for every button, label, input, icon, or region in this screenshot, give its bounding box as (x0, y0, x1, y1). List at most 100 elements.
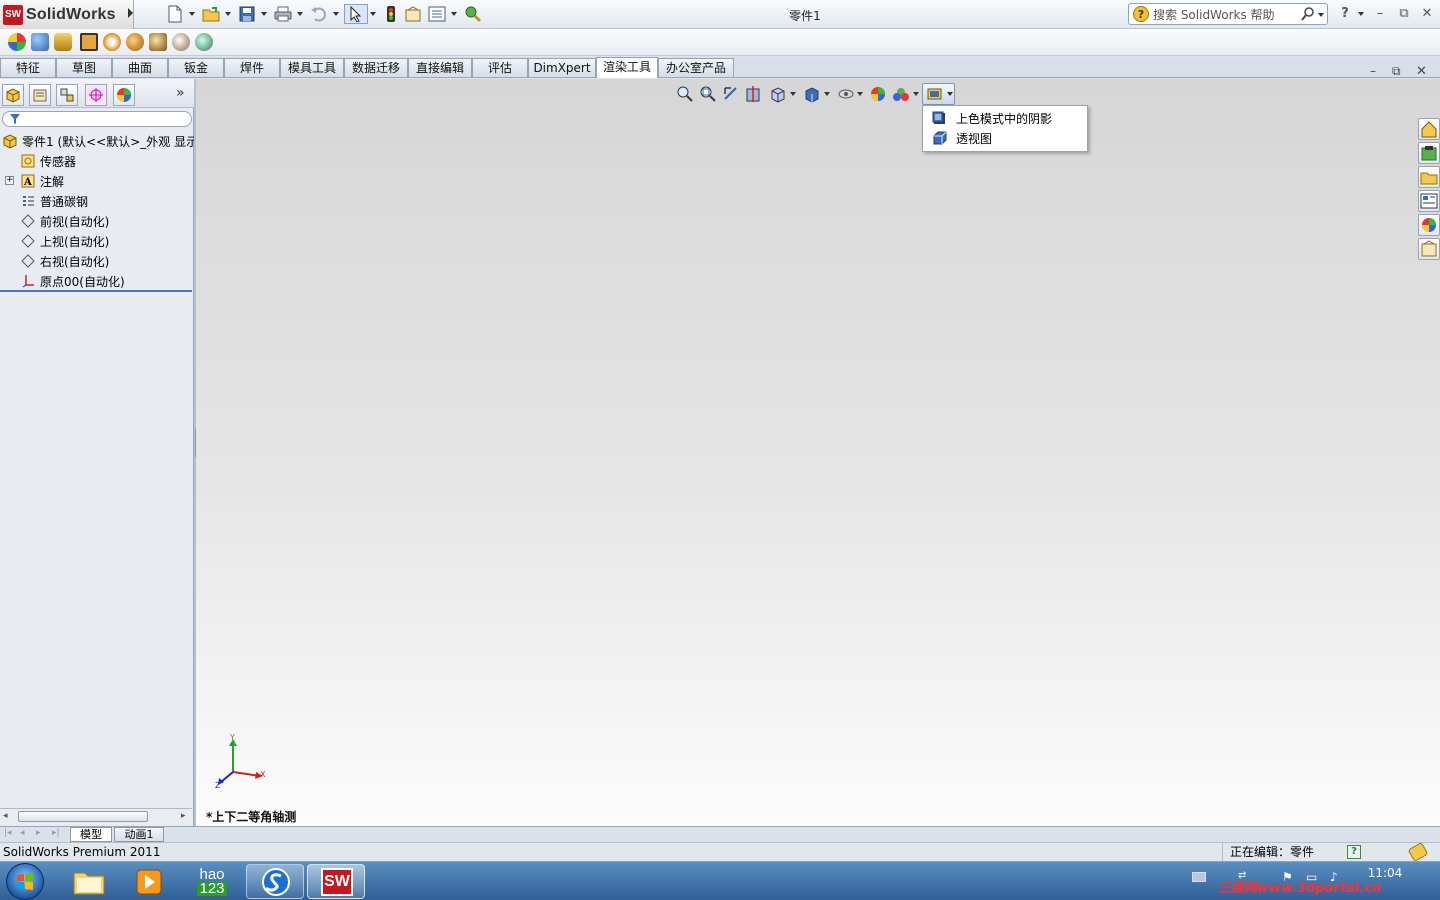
rebuild-button[interactable] (381, 4, 401, 24)
task-pane-view-palette-tab[interactable] (1418, 190, 1440, 212)
search-icon[interactable] (1301, 7, 1315, 21)
tree-item-front-plane[interactable]: 前视(自动化) (0, 211, 194, 231)
keyboard-icon[interactable] (1192, 872, 1206, 882)
macro-button[interactable] (463, 4, 483, 24)
scroll-thumb[interactable] (18, 811, 148, 822)
zoom-to-area-icon[interactable] (699, 85, 717, 103)
help-dropdown-arrow[interactable] (1358, 12, 1364, 16)
tab-surfaces[interactable]: 曲面 (112, 58, 168, 77)
taskbar-hao123[interactable]: hao 123 (183, 864, 241, 899)
property-manager-tab[interactable] (29, 84, 51, 106)
horizontal-scrollbar[interactable]: ◂ ▸ (0, 808, 192, 824)
tree-item-right-plane[interactable]: 右视(自动化) (0, 251, 194, 271)
panel-expand-chevron-icon[interactable]: » (176, 85, 185, 101)
render-preview-icon[interactable] (80, 33, 98, 51)
display-manager-tab[interactable] (113, 84, 135, 106)
render-options-icon[interactable] (149, 33, 167, 51)
display-style-dropdown-arrow[interactable] (824, 92, 830, 96)
recall-render-icon[interactable] (195, 33, 213, 51)
task-pane-resources-tab[interactable] (1418, 118, 1440, 140)
previous-view-icon[interactable] (722, 85, 740, 103)
final-render-icon[interactable] (103, 33, 121, 51)
next-tab-arrow-icon[interactable]: ▸ (36, 828, 41, 838)
open-button[interactable] (201, 4, 221, 24)
last-tab-arrow-icon[interactable]: ▸| (52, 828, 60, 838)
previous-tab-arrow-icon[interactable]: ◂ (20, 828, 25, 838)
zoom-to-fit-icon[interactable] (676, 85, 694, 103)
doc-restore-button[interactable]: ⧉ (1392, 64, 1401, 79)
taskbar-explorer[interactable] (60, 864, 118, 899)
feature-manager-tab[interactable] (2, 84, 24, 106)
tab-direct-editing[interactable]: 直接编辑 (408, 58, 472, 77)
tab-sheet-metal[interactable]: 钣金 (168, 58, 224, 77)
save-button[interactable] (237, 4, 257, 24)
task-pane-design-library-tab[interactable] (1418, 142, 1440, 164)
open-dropdown-arrow[interactable] (225, 12, 231, 16)
scene-icon[interactable] (31, 33, 49, 51)
start-button[interactable] (6, 863, 44, 900)
tab-sketch[interactable]: 草图 (56, 58, 112, 77)
schedule-render-icon[interactable] (172, 33, 190, 51)
doc-minimize-button[interactable]: – (1370, 64, 1376, 78)
menu-item-perspective[interactable]: 透视图 (923, 128, 1087, 148)
render-region-icon[interactable] (126, 33, 144, 51)
minimize-button[interactable]: – (1371, 5, 1389, 23)
doc-close-button[interactable]: ✕ (1416, 64, 1427, 79)
appearance-icon[interactable] (8, 33, 26, 51)
taskbar-solidworks[interactable]: SW (307, 864, 365, 899)
tree-item-top-plane[interactable]: 上视(自动化) (0, 231, 194, 251)
view-settings-dropdown-arrow[interactable] (947, 92, 953, 96)
expand-plus-icon[interactable]: + (5, 176, 14, 185)
options-dropdown-arrow[interactable] (451, 12, 457, 16)
rollback-bar[interactable] (0, 290, 192, 292)
tree-item-annotations[interactable]: + A 注解 (0, 171, 194, 191)
status-tag-icon[interactable] (1407, 841, 1429, 863)
tab-dimxpert[interactable]: DimXpert (528, 58, 596, 77)
status-help-icon[interactable]: ? (1347, 845, 1361, 859)
select-button[interactable] (344, 4, 368, 24)
scroll-left-arrow-icon[interactable]: ◂ (3, 811, 8, 821)
new-document-button[interactable] (165, 4, 185, 24)
tab-features[interactable]: 特征 (0, 58, 56, 77)
print-dropdown-arrow[interactable] (297, 12, 303, 16)
undo-button[interactable] (309, 4, 329, 24)
dimxpert-manager-tab[interactable] (85, 84, 107, 106)
view-orientation-dropdown-arrow[interactable] (790, 92, 796, 96)
tree-filter-input[interactable] (2, 111, 192, 127)
tab-mold-tools[interactable]: 模具工具 (280, 58, 344, 77)
view-settings-button[interactable] (922, 83, 955, 105)
tree-item-sensors[interactable]: 传感器 (0, 151, 194, 171)
taskbar-sogou[interactable] (246, 864, 304, 899)
tab-office-products[interactable]: 办公室产品 (658, 58, 734, 77)
solidworks-logo-menu[interactable]: SW SolidWorks (0, 0, 134, 29)
help-button[interactable]: ? (1336, 5, 1354, 23)
search-dropdown-arrow[interactable] (1318, 13, 1324, 17)
display-style-icon[interactable] (803, 85, 821, 103)
decal-icon[interactable] (54, 33, 72, 51)
task-pane-appearances-tab[interactable] (1418, 214, 1440, 236)
task-pane-custom-properties-tab[interactable] (1418, 238, 1440, 260)
tree-item-material[interactable]: 普通碳钢 (0, 191, 194, 211)
print-button[interactable] (273, 4, 293, 24)
tab-render-tools[interactable]: 渲染工具 (596, 57, 658, 78)
apply-scene-dropdown-arrow[interactable] (913, 92, 919, 96)
apply-scene-icon[interactable] (892, 85, 910, 103)
tab-evaluate[interactable]: 评估 (472, 58, 528, 77)
section-view-icon[interactable] (745, 85, 763, 103)
edit-appearance-icon[interactable] (869, 85, 887, 103)
restore-button[interactable]: ⧉ (1395, 5, 1413, 23)
menu-item-shadows-in-shaded-mode[interactable]: 上色模式中的阴影 (923, 108, 1087, 128)
tab-model[interactable]: 模型 (70, 827, 112, 842)
tab-weldments[interactable]: 焊件 (224, 58, 280, 77)
taskbar-media-player[interactable] (120, 864, 178, 899)
options-button[interactable] (427, 4, 447, 24)
tab-data-migration[interactable]: 数据迁移 (344, 58, 408, 77)
graphics-area[interactable] (196, 79, 1440, 826)
configuration-manager-tab[interactable] (56, 84, 78, 106)
hide-show-dropdown-arrow[interactable] (857, 92, 863, 96)
help-search-input[interactable]: ? 搜索 SolidWorks 帮助 (1128, 3, 1328, 25)
tab-animation[interactable]: 动画1 (114, 827, 164, 842)
undo-dropdown-arrow[interactable] (333, 12, 339, 16)
close-button[interactable]: ✕ (1418, 5, 1436, 23)
select-dropdown-arrow[interactable] (370, 12, 376, 16)
